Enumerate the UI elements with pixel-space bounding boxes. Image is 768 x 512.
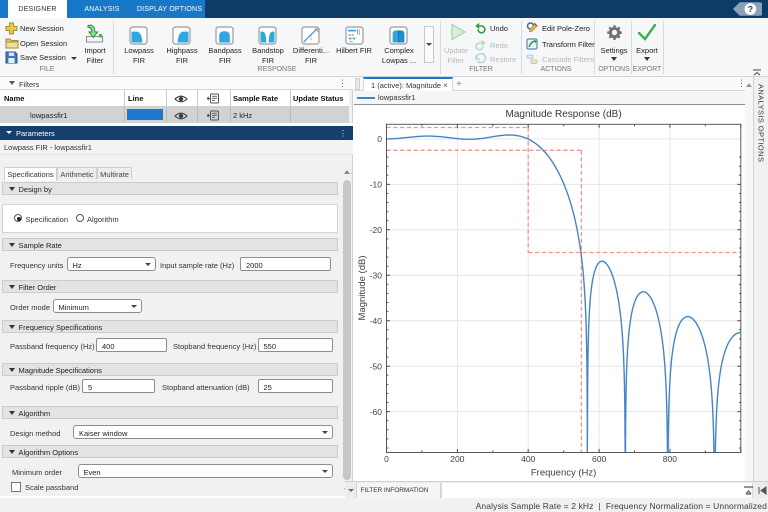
svg-text:-60: -60: [370, 407, 383, 417]
svg-text:0: 0: [377, 134, 382, 144]
svg-text:-30: -30: [370, 271, 383, 281]
svg-text:j: j: [358, 30, 360, 36]
svg-text:200: 200: [450, 454, 464, 464]
svg-text:-50: -50: [370, 361, 383, 371]
svg-text:Magnitude (dB): Magnitude (dB): [357, 256, 368, 321]
svg-text:Magnitude Response (dB): Magnitude Response (dB): [506, 109, 622, 120]
svg-text:?: ?: [748, 4, 753, 14]
svg-text:0: 0: [384, 454, 389, 464]
svg-text:-40: -40: [370, 316, 383, 326]
svg-text:-10: -10: [370, 180, 383, 190]
svg-text:Frequency (Hz): Frequency (Hz): [531, 468, 596, 479]
svg-text:400: 400: [521, 454, 535, 464]
svg-text:800: 800: [663, 454, 677, 464]
svg-text:600: 600: [592, 454, 606, 464]
svg-text:-20: -20: [370, 225, 383, 235]
